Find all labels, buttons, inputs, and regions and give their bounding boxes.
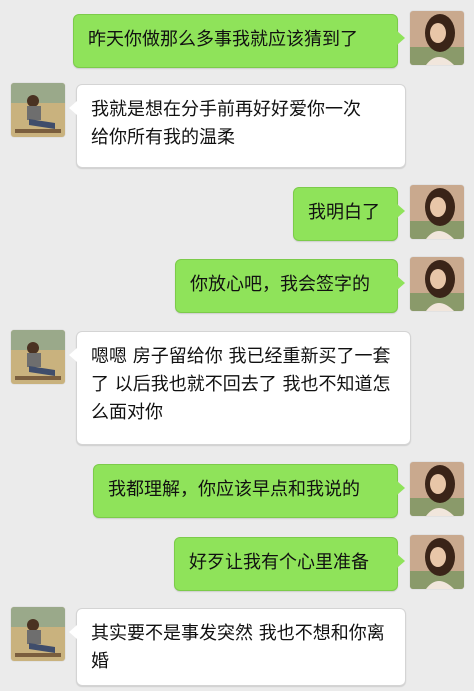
man-avatar-icon[interactable] xyxy=(11,330,65,384)
outgoing-message-bubble[interactable]: 我都理解，你应该早点和我说的 xyxy=(93,464,405,518)
girl-avatar-icon[interactable] xyxy=(410,257,464,311)
chat-conversation: 昨天你做那么多事我就应该猜到了 我就是想在分手前再好好爱你一次 给你所有我的温柔… xyxy=(0,0,474,691)
girl-avatar-icon[interactable] xyxy=(410,185,464,239)
outgoing-message-bubble[interactable]: 昨天你做那么多事我就应该猜到了 xyxy=(73,14,405,68)
girl-avatar-icon[interactable] xyxy=(410,462,464,516)
incoming-message-bubble[interactable]: 嗯嗯 房子留给你 我已经重新买了一套了 以后我也就不回去了 我也不知道怎么面对你 xyxy=(69,331,411,445)
outgoing-message-bubble[interactable]: 你放心吧，我会签字的 xyxy=(175,259,405,313)
man-avatar-icon[interactable] xyxy=(11,607,65,661)
incoming-message-bubble[interactable]: 其实要不是事发突然 我也不想和你离婚 xyxy=(69,608,406,686)
girl-avatar-icon[interactable] xyxy=(410,11,464,65)
girl-avatar-icon[interactable] xyxy=(410,535,464,589)
outgoing-message-bubble[interactable]: 我明白了 xyxy=(293,187,405,241)
incoming-message-bubble[interactable]: 我就是想在分手前再好好爱你一次 给你所有我的温柔 xyxy=(69,84,406,168)
man-avatar-icon[interactable] xyxy=(11,83,65,137)
outgoing-message-bubble[interactable]: 好歹让我有个心里准备 xyxy=(174,537,405,591)
